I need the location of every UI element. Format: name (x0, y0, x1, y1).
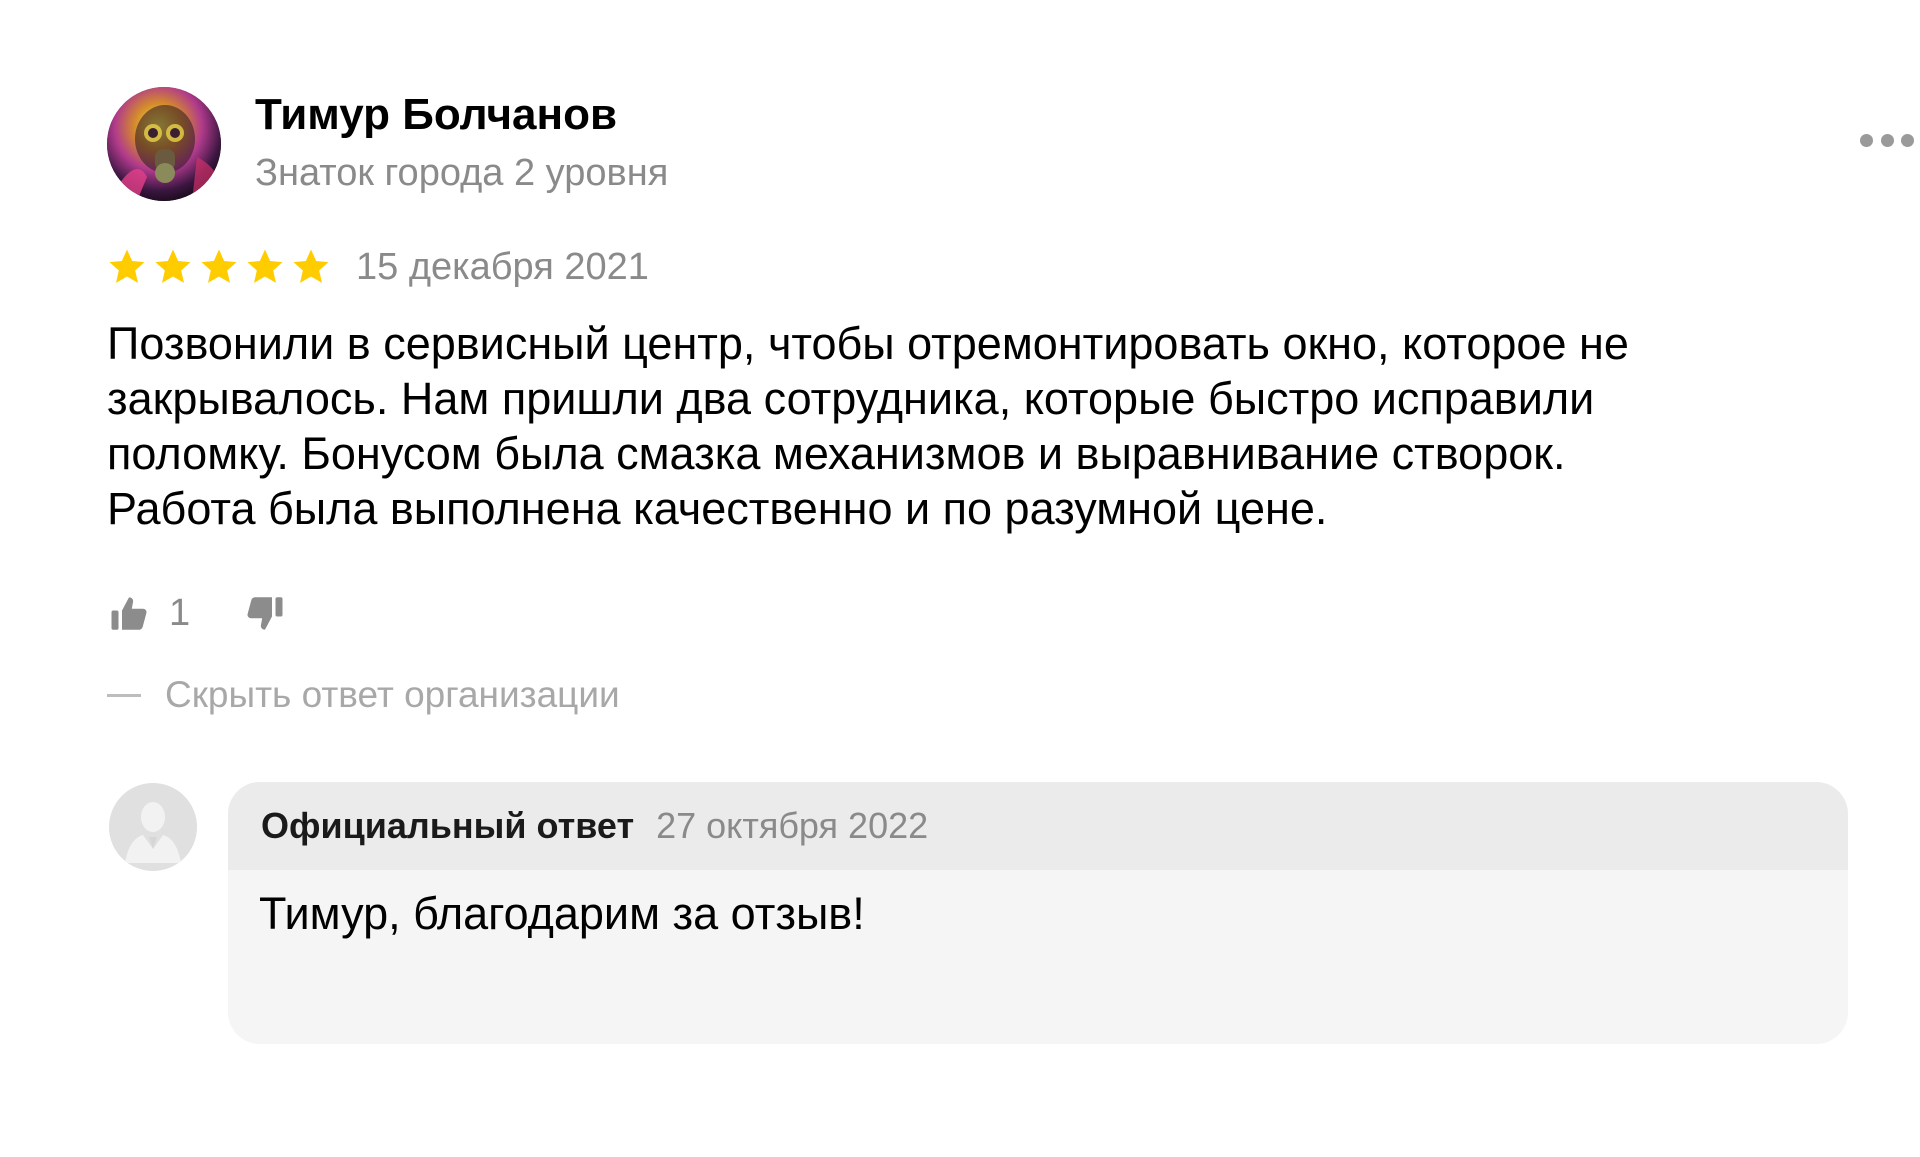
review-date: 15 декабря 2021 (356, 246, 649, 288)
dot (1880, 133, 1894, 147)
like-count: 1 (169, 592, 191, 634)
star-icon (155, 249, 191, 283)
reply-title: Официальный ответ (261, 805, 635, 846)
hide-reply-toggle[interactable]: Скрыть ответ организации (107, 674, 620, 716)
hide-reply-label: Скрыть ответ организации (165, 674, 620, 715)
reply-header: Официальный ответ 27 октября 2022 (228, 782, 1848, 870)
like-button[interactable]: 1 (107, 592, 190, 635)
review-card: Тимур Болчанов Знаток города 2 уровня 15… (0, 0, 1920, 1157)
author-name[interactable]: Тимур Болчанов (255, 90, 617, 140)
dash-icon (107, 693, 141, 697)
review-text-line: Работа была выполнена качественно и по р… (107, 483, 1328, 534)
star-icon (109, 249, 145, 283)
review-text-line: поломку. Бонусом была смазка механизмов … (107, 428, 1566, 479)
thumbs-down-icon (247, 597, 283, 630)
review-text-line: закрывалось. Нам пришли два сотрудника, … (107, 373, 1595, 424)
more-dots-icon[interactable] (1860, 130, 1914, 150)
reply-body: Тимур, благодарим за отзыв! (228, 870, 1848, 1044)
reply-date: 27 октября 2022 (656, 805, 929, 846)
gas-mask-portrait-icon (107, 87, 221, 201)
review-text: Позвонили в сервисный центр, чтобы отрем… (107, 316, 1827, 536)
person-silhouette-icon (109, 783, 197, 871)
organization-avatar-icon (109, 783, 197, 871)
author-level: Знаток города 2 уровня (255, 152, 669, 194)
star-icon (201, 249, 237, 283)
dot (1860, 133, 1873, 147)
rating-stars (107, 247, 331, 287)
official-reply: Официальный ответ 27 октября 2022 Тимур,… (228, 782, 1848, 1044)
dot (1901, 133, 1914, 147)
star-icon (293, 249, 329, 283)
review-text-line: Позвонили в сервисный центр, чтобы отрем… (107, 318, 1629, 369)
star-icon (247, 249, 283, 283)
thumbs-up-icon (111, 596, 147, 630)
dislike-button[interactable] (243, 592, 287, 639)
reply-text: Тимур, благодарим за отзыв! (259, 888, 865, 939)
author-avatar[interactable] (107, 87, 221, 201)
